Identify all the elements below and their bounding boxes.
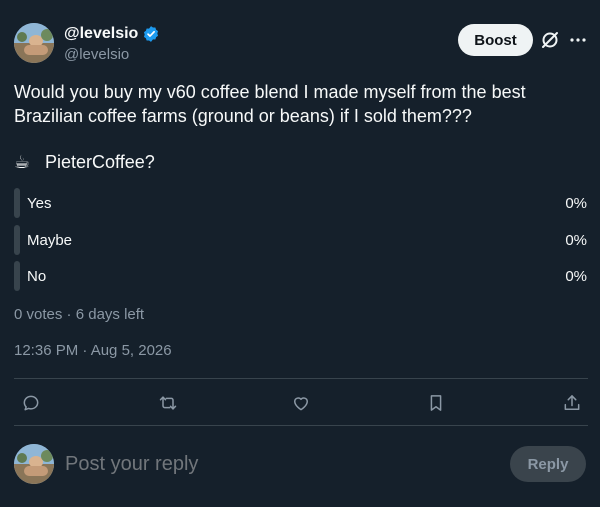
divider-bottom <box>14 425 588 426</box>
more-icon[interactable] <box>569 30 587 50</box>
poll-question: ☕ PieterCoffee? <box>14 150 155 174</box>
bookmark-icon[interactable] <box>425 392 447 414</box>
reply-button[interactable]: Reply <box>510 446 586 482</box>
tweet-text-line-1: Would you buy my v60 coffee blend I made… <box>14 82 526 102</box>
poll-meta: 0 votes · 6 days left <box>14 306 144 323</box>
poll-option-yes[interactable]: Yes 0% <box>14 188 588 218</box>
tweet-text-line-2: Brazilian coffee farms (ground or beans)… <box>14 106 472 126</box>
reply-input[interactable] <box>65 449 465 479</box>
boost-button[interactable]: Boost <box>458 24 533 56</box>
poll-bar <box>14 225 20 255</box>
divider-top <box>14 378 588 379</box>
poll-option-maybe[interactable]: Maybe 0% <box>14 225 588 255</box>
retweet-icon[interactable] <box>157 392 179 414</box>
poll-time-left: 6 days left <box>75 306 145 323</box>
poll-option-label: Maybe <box>27 231 73 249</box>
reply-icon[interactable] <box>20 392 42 414</box>
tweet-timestamp[interactable]: 12:36 PM · Aug 5, 2026 <box>14 342 172 359</box>
poll-option-no[interactable]: No 0% <box>14 261 588 291</box>
coffee-emoji-icon: ☕ <box>14 152 31 172</box>
poll-bar <box>14 261 20 291</box>
poll-meta-separator: · <box>66 306 72 323</box>
author-display-name-row[interactable]: @levelsio <box>64 25 160 43</box>
poll-option-label: Yes <box>27 194 52 212</box>
poll-question-text: PieterCoffee? <box>45 152 155 172</box>
like-icon[interactable] <box>290 392 312 414</box>
author-handle[interactable]: @levelsio <box>64 46 129 63</box>
poll-option-percent: 0% <box>565 267 587 285</box>
poll-option-percent: 0% <box>565 194 587 212</box>
poll-option-label: No <box>27 267 47 285</box>
avatar-image <box>14 444 54 484</box>
author-avatar[interactable] <box>14 23 54 63</box>
poll-bar <box>14 188 20 218</box>
share-icon[interactable] <box>561 392 583 414</box>
tweet-text: Would you buy my v60 coffee blend I made… <box>14 80 589 128</box>
poll-votes: 0 votes <box>14 306 63 323</box>
avatar-image <box>14 23 54 63</box>
author-display-name[interactable]: @levelsio <box>64 25 138 43</box>
current-user-avatar[interactable] <box>14 444 54 484</box>
grok-slash-icon[interactable] <box>540 30 560 50</box>
verified-badge-icon <box>144 26 159 42</box>
poll-option-percent: 0% <box>565 231 587 249</box>
